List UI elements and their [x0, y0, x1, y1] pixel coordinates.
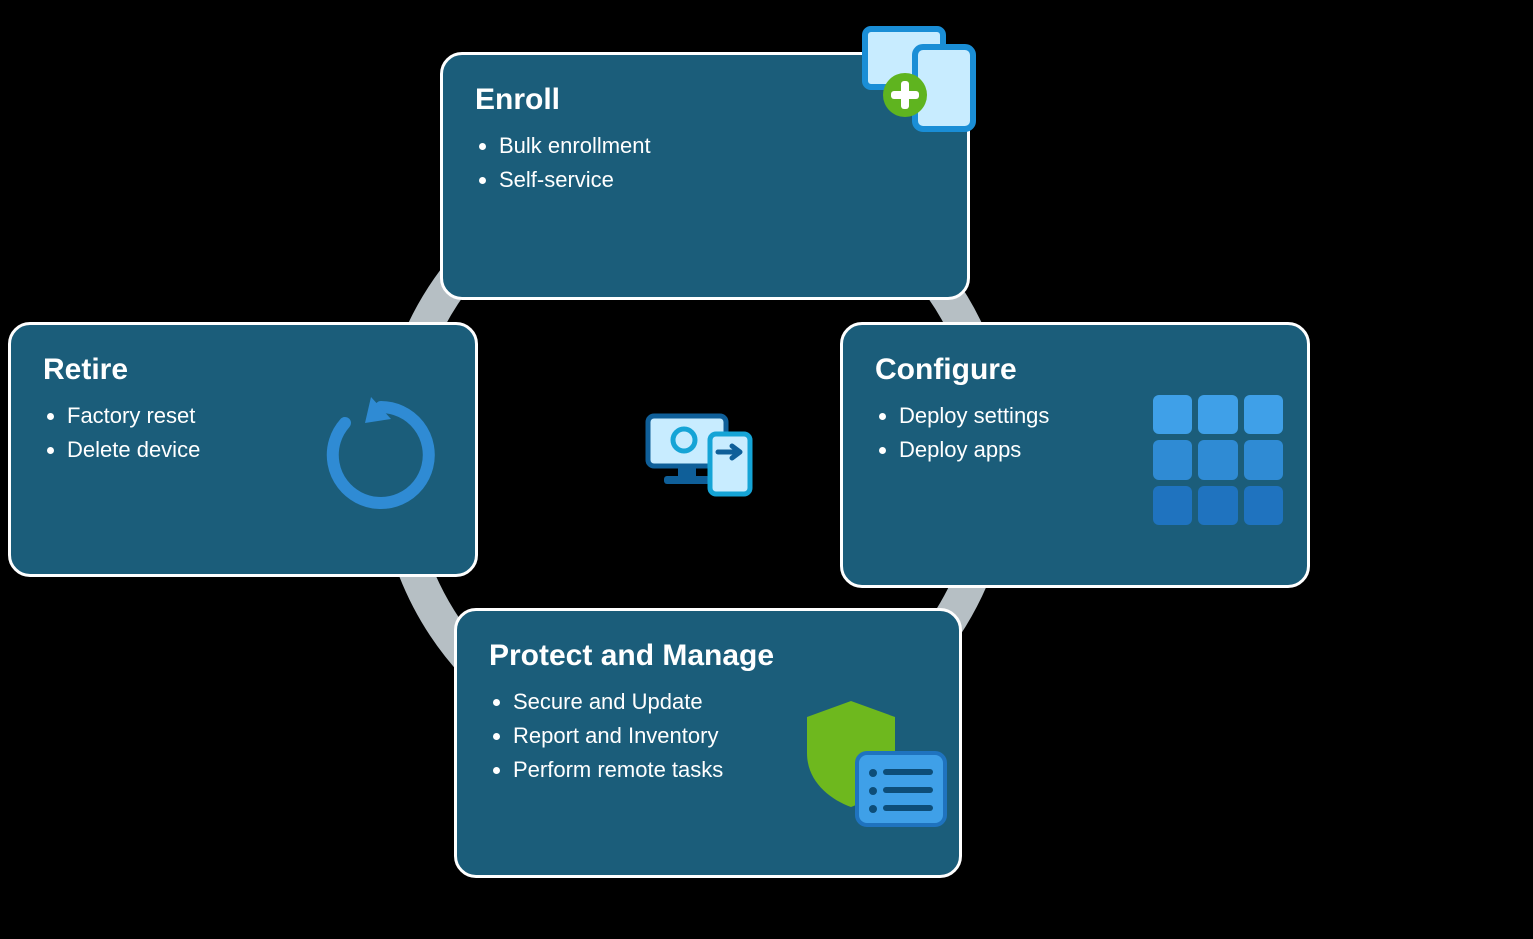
lifecycle-diagram: Enroll Bulk enrollment Self-service Conf… [0, 0, 1533, 939]
card-protect: Protect and Manage Secure and Update Rep… [454, 608, 962, 878]
card-enroll: Enroll Bulk enrollment Self-service [440, 52, 970, 300]
enroll-devices-plus-icon [859, 25, 989, 135]
apps-grid-icon [1153, 395, 1283, 525]
list-item: Self-service [499, 163, 937, 197]
card-protect-title: Protect and Manage [489, 639, 929, 673]
reset-cycle-icon [321, 395, 441, 515]
shield-report-icon [799, 699, 949, 834]
card-retire-title: Retire [43, 353, 445, 387]
card-configure: Configure Deploy settings Deploy apps [840, 322, 1310, 588]
card-configure-title: Configure [875, 353, 1277, 387]
card-retire: Retire Factory reset Delete device [8, 322, 478, 577]
card-enroll-list: Bulk enrollment Self-service [475, 129, 937, 197]
devices-center-icon [640, 410, 760, 500]
